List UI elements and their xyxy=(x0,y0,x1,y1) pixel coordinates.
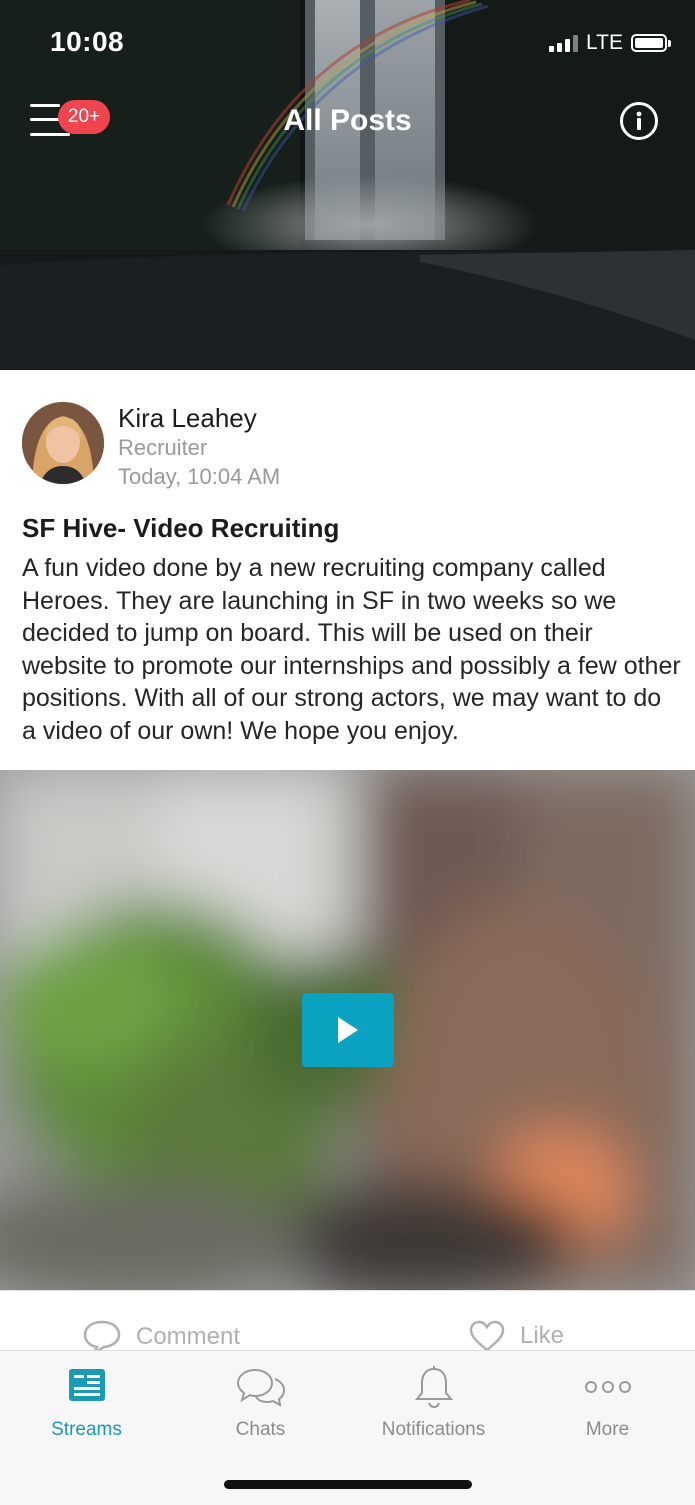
tab-more[interactable]: More xyxy=(521,1351,694,1451)
author-avatar[interactable] xyxy=(22,402,104,484)
status-time: 10:08 xyxy=(50,26,125,57)
post-title: SF Hive- Video Recruiting xyxy=(22,513,340,543)
comment-button[interactable]: Comment xyxy=(82,1319,240,1351)
info-icon[interactable] xyxy=(620,102,658,140)
tab-notifications[interactable]: Notifications xyxy=(347,1351,520,1451)
play-button[interactable] xyxy=(302,993,394,1067)
play-icon xyxy=(338,1017,358,1043)
status-indicators: LTE xyxy=(549,31,671,55)
heart-icon xyxy=(469,1320,505,1351)
tab-streams[interactable]: Streams xyxy=(0,1351,173,1451)
battery-icon xyxy=(631,34,671,52)
chat-bubbles-icon xyxy=(236,1368,285,1407)
tab-label: Streams xyxy=(51,1419,122,1440)
home-indicator[interactable] xyxy=(224,1480,472,1489)
tab-label: Chats xyxy=(235,1419,286,1440)
tab-label: Notifications xyxy=(381,1419,486,1440)
tab-chats[interactable]: Chats xyxy=(174,1351,347,1451)
comment-label: Comment xyxy=(136,1323,241,1350)
streams-icon xyxy=(68,1369,105,1401)
like-button[interactable]: Like xyxy=(468,1319,564,1351)
like-label: Like xyxy=(520,1322,565,1349)
author-role: Recruiter xyxy=(118,435,208,460)
post-actions: Comment Like xyxy=(0,1290,695,1351)
video-player[interactable] xyxy=(0,770,695,1290)
signal-strength-icon xyxy=(549,34,579,52)
page-title: All Posts xyxy=(283,104,412,137)
more-dots-icon xyxy=(584,1381,631,1393)
bell-icon xyxy=(414,1366,453,1409)
post-body: A fun video done by a new recruiting com… xyxy=(22,554,681,745)
comment-icon xyxy=(83,1320,121,1351)
network-type: LTE xyxy=(586,31,623,54)
author-name[interactable]: Kira Leahey xyxy=(118,403,257,434)
header-banner: 10:08 LTE 20+ All Posts xyxy=(0,0,695,370)
post-timestamp: Today, 10:04 AM xyxy=(118,464,281,489)
tab-label: More xyxy=(585,1419,630,1440)
